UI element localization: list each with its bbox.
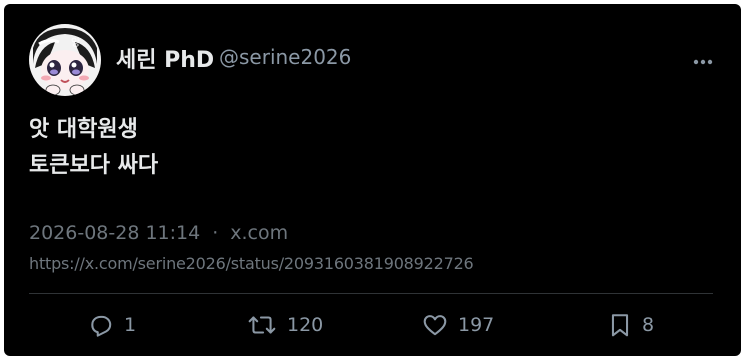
retweet-icon — [247, 312, 277, 338]
avatar-image: 앙 — [29, 24, 101, 96]
reply-icon — [88, 312, 114, 338]
divider — [29, 293, 713, 294]
retweet-count: 120 — [287, 314, 324, 336]
more-horizontal-icon[interactable] — [692, 52, 714, 65]
reply-count: 1 — [124, 314, 137, 336]
user-handle[interactable]: @serine2026 — [219, 45, 351, 69]
like-count: 197 — [458, 314, 495, 336]
avatar[interactable]: 앙 — [29, 24, 101, 96]
bookmark-count: 8 — [642, 314, 655, 336]
meta-separator: · — [212, 222, 219, 244]
like-button[interactable]: 197 — [422, 312, 494, 338]
tweet-url[interactable]: https://x.com/serine2026/status/20931603… — [29, 254, 474, 273]
tweet-text-line: 앗 대학원생 — [29, 117, 138, 142]
tweet-meta: 2026-08-28 11:14 · x.com — [29, 222, 288, 244]
retweet-button[interactable]: 120 — [247, 312, 323, 338]
source-link[interactable]: x.com — [230, 222, 288, 244]
tweet-text: 앗 대학원생 토큰보다 싸다 — [29, 112, 158, 184]
display-name[interactable]: 세린 PhD — [116, 42, 214, 74]
tweet-text-line: 토큰보다 싸다 — [29, 153, 159, 178]
svg-text:앙: 앙 — [71, 37, 80, 49]
heart-icon — [422, 312, 448, 338]
reply-button[interactable]: 1 — [88, 312, 136, 338]
bookmark-icon — [608, 312, 632, 338]
timestamp[interactable]: 2026-08-28 11:14 — [29, 222, 200, 244]
tweet-card: 앙 세린 PhD @serine2026 앗 대학원생 토큰보다 싸다 2026… — [4, 4, 741, 356]
bookmark-button[interactable]: 8 — [608, 312, 654, 338]
